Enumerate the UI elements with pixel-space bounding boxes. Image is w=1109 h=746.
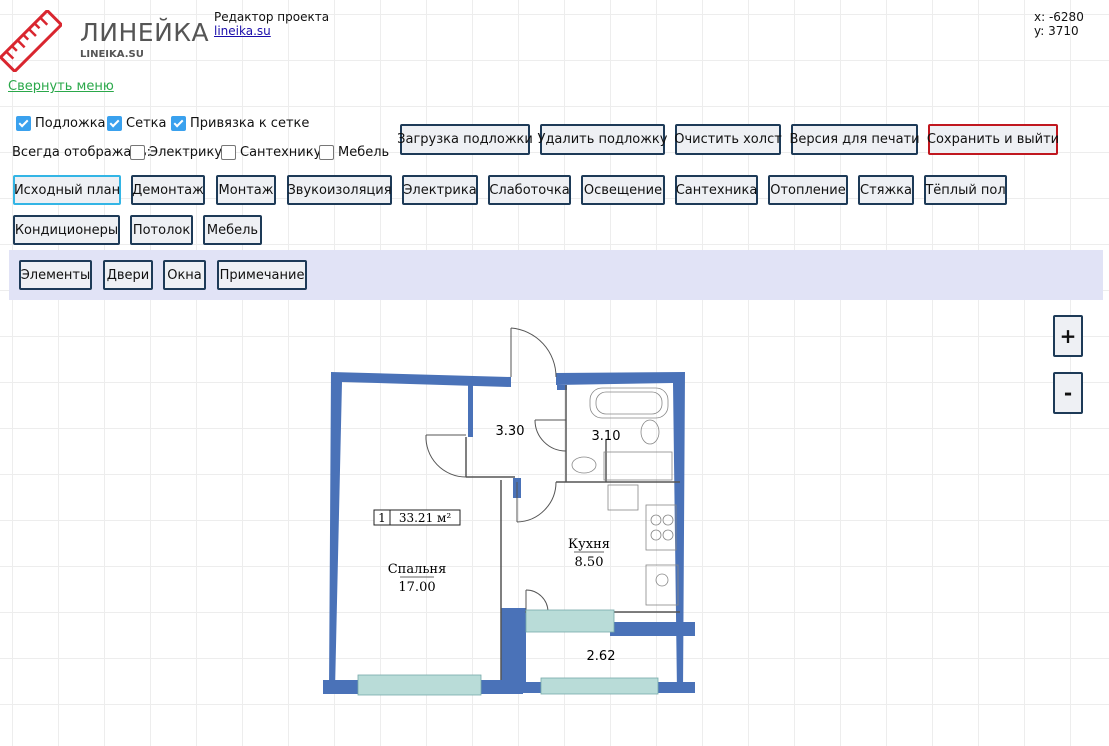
grid-label: Сетка [126,116,167,131]
clear-canvas-button[interactable]: Очистить холст [674,124,782,155]
grid-toggle[interactable]: Сетка [107,116,166,131]
print-version-button[interactable]: Версия для печати [789,124,920,155]
room-area-corridor: 3.30 [496,424,525,439]
snap-checkbox[interactable] [171,116,186,131]
room-name-kitchen: Кухня [568,537,610,552]
apartment-number: 1 [378,511,386,525]
plumbing-label: Сантехнику [240,145,322,160]
tab-furniture[interactable]: Мебель [203,215,262,245]
tab-floor-heating[interactable]: Тёплый пол [924,175,1007,205]
project-title: Редактор проекта [214,10,330,24]
underlay-checkbox[interactable] [16,116,31,131]
plan-walls [323,372,695,694]
tab-lighting[interactable]: Освещение [581,175,665,205]
tab-soundproofing[interactable]: Звукоизоляция [287,175,392,205]
cursor-coordinates: x: -6280 y: 3710 [1034,10,1084,38]
tab-electrical[interactable]: Электрика [402,175,478,205]
tab-source-plan[interactable]: Исходный план [13,175,121,205]
show-electric-toggle[interactable]: Электрику [130,145,222,160]
subtool-doors[interactable]: Двери [103,260,153,290]
zoom-out-button[interactable]: - [1053,372,1083,414]
coord-y: y: 3710 [1034,24,1079,38]
electric-checkbox[interactable] [130,145,145,160]
room-area-bathroom: 3.10 [592,429,621,444]
room-area-bedroom: 17.00 [398,580,435,595]
plan-fixtures [571,387,679,606]
grid-checkbox[interactable] [107,116,122,131]
show-furniture-toggle[interactable]: Мебель [319,145,389,160]
tab-screed[interactable]: Стяжка [858,175,914,205]
zoom-in-button[interactable]: + [1053,315,1083,357]
site-link[interactable]: lineika.su [214,24,271,38]
furniture-label: Мебель [338,145,390,160]
collapse-menu-link[interactable]: Свернуть меню [8,79,114,94]
underlay-toggle[interactable]: Подложка [16,116,106,131]
tab-demolition[interactable]: Демонтаж [131,175,205,205]
plan-doors [425,327,567,613]
tab-heating[interactable]: Отопление [768,175,848,205]
coord-x: x: -6280 [1034,10,1084,24]
tab-ceiling[interactable]: Потолок [130,215,193,245]
underlay-label: Подложка [35,116,106,131]
ruler-logo-icon [0,10,62,72]
logo-subtitle: LINEIKA.SU [80,49,144,60]
room-area-balcony: 2.62 [587,649,616,664]
subtool-note[interactable]: Примечание [217,260,307,290]
room-area-kitchen: 8.50 [575,555,604,570]
tab-low-voltage[interactable]: Слаботочка [488,175,571,205]
load-underlay-button[interactable]: Загрузка подложки [397,124,533,155]
subtool-elements[interactable]: Элементы [19,260,92,290]
tab-installation[interactable]: Монтаж [216,175,276,205]
plumbing-checkbox[interactable] [221,145,236,160]
tab-plumbing[interactable]: Сантехника [675,175,758,205]
apartment-area: 33.21 м² [399,511,452,525]
snap-label: Привязка к сетке [190,116,310,131]
tab-air-conditioners[interactable]: Кондиционеры [13,215,120,245]
save-and-exit-button[interactable]: Сохранить и выйти [927,124,1059,155]
electric-label: Электрику [149,145,223,160]
furniture-checkbox[interactable] [319,145,334,160]
delete-underlay-button[interactable]: Удалить подложку [538,124,667,155]
logo-title: ЛИНЕЙКА [80,18,210,47]
show-plumbing-toggle[interactable]: Сантехнику [221,145,321,160]
floor-plan-underlay[interactable]: 1 33.21 м² 3.30 3.10 Кухня 8.50 Спальня … [300,320,720,710]
subtool-windows[interactable]: Окна [163,260,206,290]
room-name-bedroom: Спальня [388,562,447,577]
snap-toggle[interactable]: Привязка к сетке [171,116,309,131]
